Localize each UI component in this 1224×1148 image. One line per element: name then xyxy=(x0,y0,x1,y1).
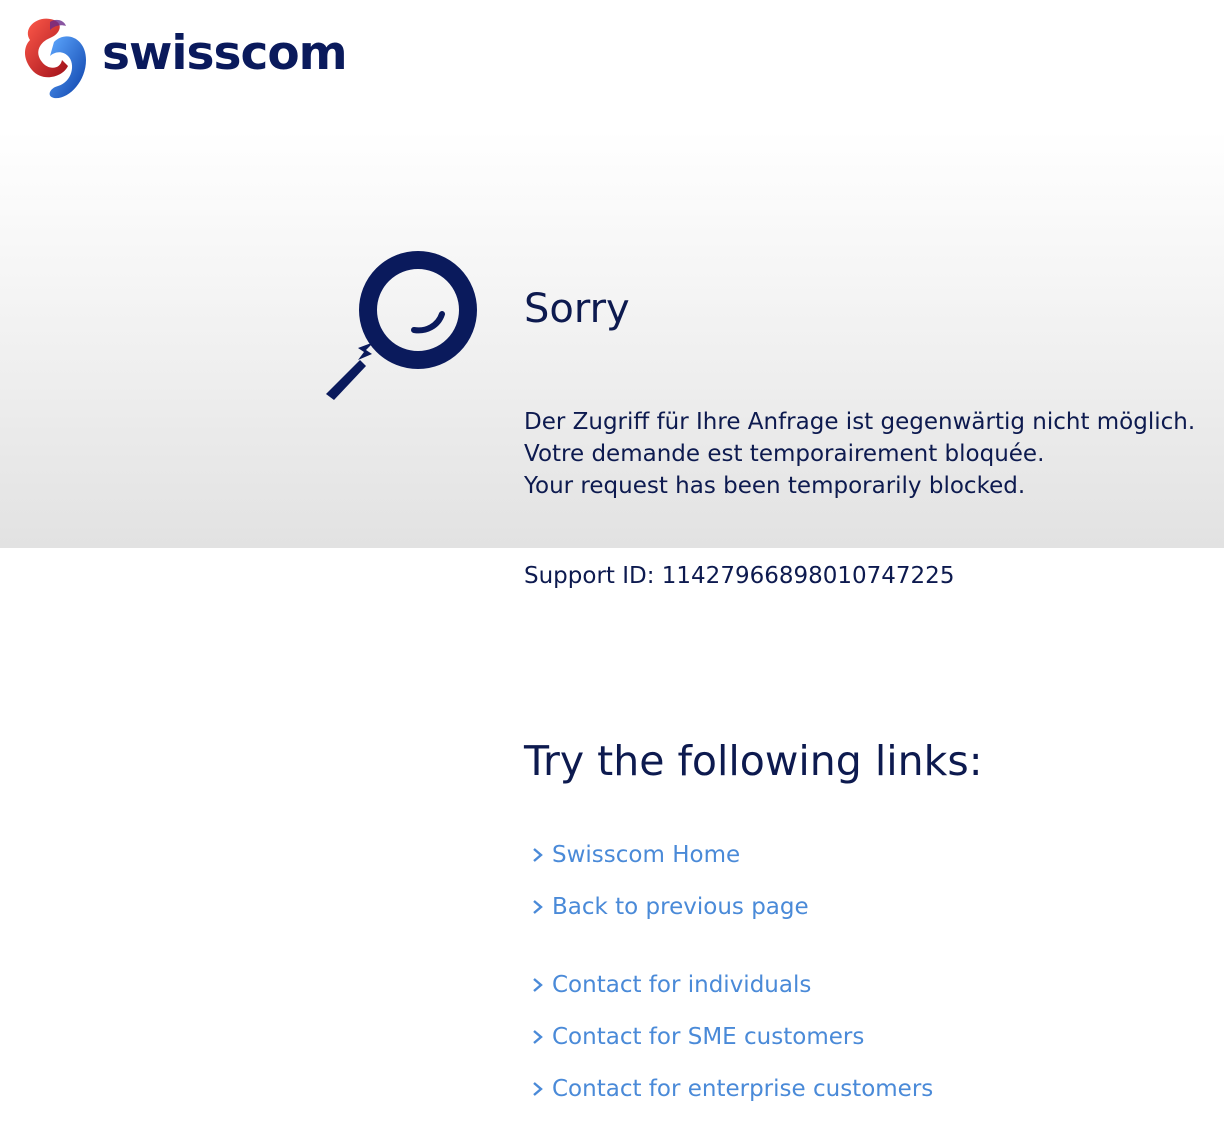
brand-wordmark: swisscom xyxy=(102,26,348,81)
support-id: Support ID: 11427966898010747225 xyxy=(524,563,955,589)
message-german: Der Zugriff für Ihre Anfrage ist gegenwä… xyxy=(524,409,1196,435)
chevron-right-icon xyxy=(533,1082,543,1096)
link-swisscom-home[interactable]: Swisscom Home xyxy=(530,839,740,871)
link-label: Contact for SME customers xyxy=(552,1024,865,1050)
swisscom-logo[interactable]: swisscom xyxy=(20,12,350,104)
chevron-right-icon xyxy=(533,900,543,914)
link-contact-enterprise[interactable]: Contact for enterprise customers xyxy=(530,1073,933,1105)
chevron-right-icon xyxy=(533,978,543,992)
links-heading: Try the following links: xyxy=(524,737,983,785)
magnifier-smile-icon xyxy=(326,251,477,400)
link-label: Back to previous page xyxy=(552,894,809,920)
message-french: Votre demande est temporairement bloquée… xyxy=(524,441,1045,467)
link-label: Swisscom Home xyxy=(552,842,741,868)
link-label: Contact for individuals xyxy=(552,972,812,998)
link-back-previous-page[interactable]: Back to previous page xyxy=(530,891,809,923)
swisscom-lifeform-icon xyxy=(25,18,86,99)
message-english: Your request has been temporarily blocke… xyxy=(524,473,1026,499)
link-contact-individuals[interactable]: Contact for individuals xyxy=(530,969,811,1001)
chevron-right-icon xyxy=(533,1030,543,1044)
chevron-right-icon xyxy=(533,848,543,862)
link-label: Contact for enterprise customers xyxy=(552,1076,934,1102)
error-messages: Der Zugriff für Ihre Anfrage ist gegenwä… xyxy=(524,406,1214,502)
page-header: swisscom xyxy=(0,0,1224,130)
error-title: Sorry xyxy=(524,286,630,332)
link-contact-sme[interactable]: Contact for SME customers xyxy=(530,1021,864,1053)
